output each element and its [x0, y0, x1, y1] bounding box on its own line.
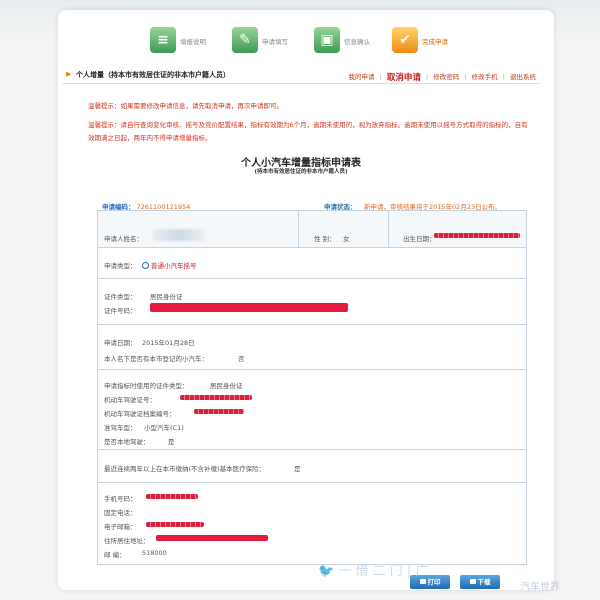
reg-id-type-value: 居民身份证 — [210, 382, 243, 390]
step-4-icon: ✔ — [392, 27, 418, 53]
arrow-icon: ▶ — [66, 70, 72, 78]
license-file-label: 机动车驾驶证档案编号： — [104, 410, 176, 418]
nav-change-phone[interactable]: 修改手机 — [472, 73, 498, 81]
birth-date-redacted — [434, 233, 520, 238]
contact-row: 手机号码： 固定电话： 电子邮箱： 住所居住地址： 邮 编： 518000 — [98, 483, 526, 565]
step-1-icon: ≡ — [150, 27, 176, 53]
applicant-name-label: 申请人姓名： — [104, 235, 143, 243]
address-label: 住所居住地址： — [104, 537, 150, 545]
apply-type-row: 申请类型： 普通小汽车摇号 — [98, 248, 526, 279]
radio-selected-icon — [142, 262, 149, 269]
nav-cancel-application[interactable]: 取消申请 — [387, 73, 421, 83]
header-bar: ▶ 个人增量（持本市有效居住证的非本市户籍人员） 我的申请 | 取消申请 | 修… — [62, 66, 540, 84]
tip-2: 温馨提示：请自行查询变化审核、摇号及竞价配置结果，指标有效期为6个月，逾期未使用… — [88, 121, 528, 142]
page-title: 个人增量（持本市有效居住证的非本市户籍人员） — [76, 71, 230, 79]
reg-id-type-label: 申请指标时使用的证件类型： — [104, 382, 189, 390]
license-no-redacted — [180, 395, 252, 400]
step-3-label: 信息确认 — [344, 38, 370, 46]
id-number-redacted — [150, 303, 348, 312]
step-2-icon: ✎ — [232, 27, 258, 53]
download-button[interactable]: 下载 — [460, 575, 500, 589]
id-type-value: 居民身份证 — [150, 293, 183, 301]
mobile-redacted — [146, 494, 198, 499]
address-redacted — [156, 535, 268, 541]
id-row: 证件类型： 居民身份证 证件号码： — [98, 279, 526, 325]
print-icon — [419, 579, 426, 584]
step-2-label: 申请填写 — [262, 38, 288, 46]
license-class-label: 准驾车型： — [104, 424, 137, 432]
insurance-row: 最近连续两年以上在本市缴纳(不含补缴)基本医疗保险： 是 — [98, 450, 526, 483]
insurance-value: 是 — [294, 465, 301, 473]
email-redacted — [146, 522, 204, 527]
apply-date-label: 申请日期： — [104, 339, 137, 347]
watermark-right: 汽车世界 — [520, 582, 560, 593]
birth-date-label: 出生日期： — [403, 235, 436, 243]
form-subtitle: (持本市有效居住证的非本市户籍人员) — [254, 169, 348, 175]
local-license-value: 是 — [168, 438, 175, 446]
step-progress-bar: ≡ 填报说明 ✎ 申请填写 ▣ 信息确认 ✔ 完成申请 — [150, 27, 480, 57]
nav-logout[interactable]: 退出系统 — [510, 73, 536, 81]
apply-type-label: 申请类型： — [104, 262, 137, 270]
id-type-label: 证件类型： — [104, 293, 137, 301]
step-4-label: 完成申请 — [422, 38, 448, 46]
apply-date-row: 申请日期： 2015年01月28日 本人名下是否有本市登记的小汽车： 否 — [98, 325, 526, 370]
gender-label: 性 别： — [314, 235, 336, 243]
tip-1: 温馨提示：如果需要修改申请信息，请先取消申请，再次申请即可。 — [88, 102, 283, 110]
phone-label: 固定电话： — [104, 509, 137, 517]
step-3-icon: ▣ — [314, 27, 340, 53]
download-icon — [469, 579, 476, 584]
id-number-label: 证件号码： — [104, 307, 137, 315]
watermark-left: 🐦 一 借 二 门 | 广 — [318, 564, 429, 579]
step-1-label: 填报说明 — [180, 38, 206, 46]
postcode-value: 518000 — [142, 549, 167, 557]
email-label: 电子邮箱： — [104, 523, 137, 531]
personal-row: 申请人姓名： 性 别： 女 出生日期： — [98, 211, 526, 248]
apply-date-value: 2015年01月28日 — [142, 339, 195, 347]
applicant-name-redacted — [153, 229, 205, 241]
has-car-value: 否 — [238, 355, 245, 363]
local-license-label: 是否本地驾驶： — [104, 438, 150, 446]
license-class-value: 小型汽车(C1) — [144, 424, 184, 432]
license-row: 申请指标时使用的证件类型： 居民身份证 机动车驾驶证号： 机动车驾驶证档案编号：… — [98, 370, 526, 450]
application-form: 申请人姓名： 性 别： 女 出生日期： 申请类型： 普通小汽车摇号 证件类型： … — [97, 210, 527, 565]
license-no-label: 机动车驾驶证号： — [104, 396, 156, 404]
nav-my-application[interactable]: 我的申请 — [349, 73, 375, 81]
license-file-redacted — [194, 409, 244, 414]
has-car-question: 本人名下是否有本市登记的小汽车： — [104, 355, 208, 363]
gender-value: 女 — [343, 235, 350, 243]
mobile-label: 手机号码： — [104, 495, 137, 503]
apply-type-value: 普通小汽车摇号 — [151, 262, 197, 270]
postcode-label: 邮 编： — [104, 551, 126, 559]
top-nav: 我的申请 | 取消申请 | 修改密码 | 修改手机 | 退出系统 — [348, 73, 536, 83]
nav-change-password[interactable]: 修改密码 — [433, 73, 459, 81]
insurance-question: 最近连续两年以上在本市缴纳(不含补缴)基本医疗保险： — [104, 465, 266, 473]
